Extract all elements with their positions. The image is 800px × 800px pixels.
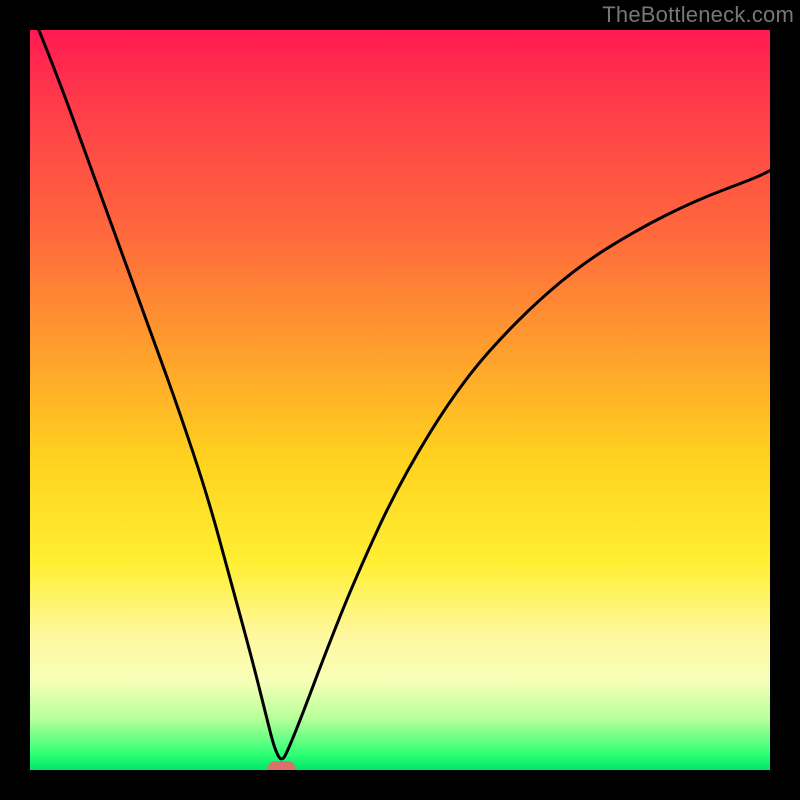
plot-area: [30, 30, 770, 770]
optimal-marker: [268, 761, 295, 770]
bottleneck-curve: [30, 30, 770, 770]
watermark-text: TheBottleneck.com: [602, 2, 794, 28]
chart-frame: TheBottleneck.com: [0, 0, 800, 800]
